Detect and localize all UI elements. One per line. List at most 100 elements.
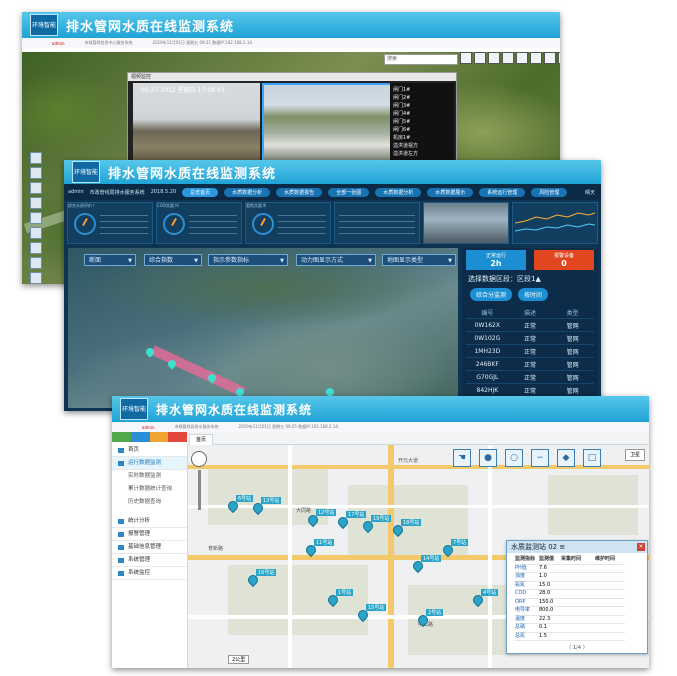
alarm-normal[interactable]: 正常运行 2h [466, 250, 526, 270]
station-label[interactable]: 18号站 [401, 519, 422, 526]
camera-list-item[interactable]: 溢洪道左方 [393, 150, 454, 158]
camera-feed-2[interactable] [262, 83, 392, 167]
sidebar-item-alarm[interactable]: 报警管理 [112, 528, 187, 541]
pointer-icon[interactable]: ☚ [453, 449, 471, 467]
sidebar-subitem-cumulative[interactable]: 累计数据统计查询 [112, 483, 187, 496]
fullscreen-icon[interactable] [558, 52, 560, 64]
nav-item[interactable]: 水质数据分析 [375, 187, 422, 197]
camera-list-item[interactable]: 机房1# [393, 134, 454, 142]
sidebar-item-home[interactable]: 首页 [112, 444, 187, 457]
camera-list-item[interactable]: 闸门2# [393, 94, 454, 102]
search-input[interactable]: 搜索 [384, 54, 458, 65]
display-mode-dropdown[interactable]: 动力图显示方式 [296, 254, 376, 267]
camera-list-item[interactable]: 闸门5# [393, 118, 454, 126]
sidebar-subitem-history[interactable]: 历史数据查询 [112, 496, 187, 509]
locate-icon[interactable] [30, 242, 42, 254]
circle-icon[interactable]: ○ [505, 449, 523, 467]
pan-icon[interactable] [30, 227, 42, 239]
layers-icon[interactable] [530, 52, 542, 64]
station-label[interactable]: 13号站 [261, 497, 282, 504]
username[interactable]: admin [142, 425, 155, 430]
nav-item[interactable]: 全部一张图 [328, 187, 370, 197]
table-row[interactable]: 246BKF 正常 管网 [466, 358, 594, 371]
nav-item[interactable]: 水质数据展示 [427, 187, 474, 197]
nav-item[interactable]: 水质数据分析 [224, 187, 271, 197]
index-dropdown[interactable]: 综合指数 [144, 254, 202, 267]
zoom-slider[interactable] [197, 470, 201, 510]
alarm-warning[interactable]: 报警设备 0 [534, 250, 594, 270]
search-icon[interactable] [460, 52, 472, 64]
camera-list-item[interactable]: 闸门1# [393, 86, 454, 94]
station-label[interactable]: 11号站 [314, 539, 335, 546]
nav-item[interactable]: 水质数据报告 [276, 187, 323, 197]
grid-icon[interactable] [474, 52, 486, 64]
chart-icon[interactable] [488, 52, 500, 64]
table-row[interactable]: 0W102G 正常 管网 [466, 332, 594, 345]
table-row[interactable]: 0W162X 正常 管网 [466, 319, 594, 332]
camera-list-item[interactable]: 闸门4# [393, 110, 454, 118]
map-type-dropdown[interactable]: 地图显示类型 [382, 254, 456, 267]
username[interactable]: admin [52, 41, 65, 46]
tab-home[interactable]: 首页 [189, 434, 214, 445]
clear-icon[interactable]: ◆ [557, 449, 575, 467]
zoom-out-icon[interactable] [30, 197, 42, 209]
print-icon[interactable] [544, 52, 556, 64]
nav-item[interactable]: 系统运行管理 [479, 187, 526, 197]
sidebar-item-operation-monitor[interactable]: 运行数据监测 [112, 457, 187, 470]
monitor-icon[interactable] [112, 432, 131, 442]
print-icon[interactable] [30, 257, 42, 269]
street-map[interactable]: 开元大道 大同路 育新路 中山路 6号站 13号站 12号站 17号站 19号站 11号站… [188, 445, 649, 668]
station-label[interactable]: 14号站 [421, 555, 442, 562]
tab-time[interactable]: 按时间 [518, 288, 549, 301]
table-row[interactable]: 1MH23D 正常 管网 [466, 345, 594, 358]
pan-icon[interactable] [191, 451, 207, 467]
nav-item[interactable]: 总览首页 [182, 187, 219, 197]
close-icon[interactable]: × [637, 543, 645, 551]
station-label[interactable]: 19号站 [371, 515, 392, 522]
table-row[interactable]: G70GJL 正常 管网 [466, 371, 594, 384]
station-label[interactable]: 15号站 [366, 604, 387, 611]
export-icon[interactable] [30, 272, 42, 284]
camera-list-item[interactable]: 闸门6# [393, 126, 454, 134]
alert-icon[interactable] [502, 52, 514, 64]
station-label[interactable]: 12号站 [316, 509, 337, 516]
station-photo[interactable] [423, 202, 509, 244]
sidebar-item-stats[interactable]: 统计分析 [112, 515, 187, 528]
camera-icon[interactable] [516, 52, 528, 64]
station-label[interactable]: 2号站 [426, 609, 444, 616]
zoom-in-icon[interactable] [30, 182, 42, 194]
indicator-dropdown[interactable]: 指示参数指标 [208, 254, 288, 267]
section-dropdown[interactable]: 断面 [84, 254, 136, 267]
station-label[interactable]: 1号站 [336, 589, 354, 596]
route-icon[interactable]: ∽ [531, 449, 549, 467]
sidebar-subitem-realtime[interactable]: 实时数据监测 [112, 470, 187, 483]
camera-list-item[interactable]: 闸门3# [393, 102, 454, 110]
layer-icon[interactable] [30, 167, 42, 179]
username[interactable]: admin [68, 189, 84, 195]
station-label[interactable]: 7号站 [451, 539, 469, 546]
sidebar-item-system[interactable]: 系统管理 [112, 554, 187, 567]
edit-icon[interactable] [130, 432, 150, 442]
rectangle-icon[interactable]: □ [583, 449, 601, 467]
station-label[interactable]: 17号站 [346, 511, 367, 518]
camera-feed-1[interactable]: 05-27-2012 星期日 17:08:43 [133, 83, 260, 163]
share-icon[interactable] [168, 432, 187, 442]
satellite-toggle[interactable]: 卫星 [625, 449, 645, 461]
tab-monitor[interactable]: 综合分监测 [470, 288, 513, 301]
marker-icon[interactable]: ● [479, 449, 497, 467]
pin-icon[interactable] [149, 432, 169, 442]
trend-chart[interactable] [512, 202, 598, 244]
camera-list-item[interactable]: 溢洪道视方 [393, 142, 454, 150]
station-label[interactable]: 6号站 [236, 495, 254, 502]
station-label[interactable]: 16号站 [256, 569, 277, 576]
popup-pager[interactable]: 〈 1/4 〉 [507, 644, 647, 651]
home-icon[interactable] [30, 152, 42, 164]
gis-map[interactable]: 断面 综合指数 指示参数指标 动力图显示方式 地图显示类型 [68, 248, 458, 411]
table-cell: 正常 [524, 361, 537, 369]
nav-item[interactable]: 风险管理 [531, 187, 568, 197]
region-title[interactable]: 选择数据区段：区段1▲ [468, 274, 541, 284]
measure-icon[interactable] [30, 212, 42, 224]
station-label[interactable]: 4号站 [481, 589, 499, 596]
sidebar-item-system-monitor[interactable]: 系统监控 [112, 567, 187, 580]
sidebar-item-basic-info[interactable]: 基础信息管理 [112, 541, 187, 554]
